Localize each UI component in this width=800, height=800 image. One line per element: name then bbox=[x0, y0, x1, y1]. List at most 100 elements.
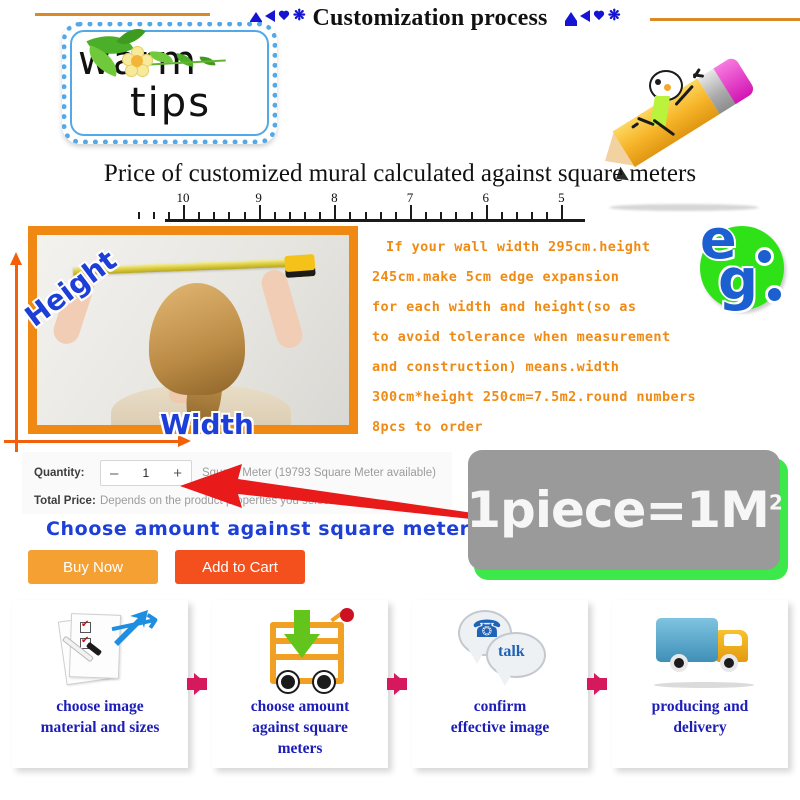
ruler-tick-minor bbox=[167, 212, 170, 219]
chevron-right-icon bbox=[386, 673, 407, 695]
ruler-tick-minor bbox=[288, 212, 291, 219]
measurement-instructions: If your wall width 295cm.height 245cm.ma… bbox=[372, 232, 722, 442]
step-label: choose image material and sizes bbox=[40, 698, 160, 736]
step-arrow-3 bbox=[586, 600, 612, 768]
ruler-tick-label: 6 bbox=[482, 190, 489, 205]
step-producing-delivery: producing and delivery bbox=[612, 600, 788, 768]
ruler-tick-minor bbox=[273, 212, 276, 219]
instruction-line: 300cm*height 250cm=7.5m2.round numbers bbox=[372, 389, 697, 405]
ruler-tick-minor bbox=[500, 212, 503, 219]
red-pointer-arrow-icon bbox=[180, 464, 480, 520]
step-label: choose amount against square meters bbox=[250, 698, 350, 757]
heart-icon bbox=[593, 11, 605, 22]
ruler-tick-label: 9 bbox=[255, 190, 262, 205]
ruler-tick-minor bbox=[137, 212, 140, 219]
ruler-tick-major bbox=[410, 205, 413, 219]
step-arrow-2 bbox=[386, 600, 412, 768]
ruler-tick-minor bbox=[198, 212, 201, 219]
ruler-tick-major bbox=[183, 205, 185, 219]
ruler-tick-minor bbox=[319, 212, 322, 219]
quantity-label: Quantity: bbox=[34, 467, 85, 479]
step-label: confirm effective image bbox=[450, 698, 550, 736]
height-arrow bbox=[10, 252, 22, 452]
ruler-tick-minor bbox=[394, 212, 397, 219]
ruler-tick-major bbox=[561, 205, 564, 219]
width-label: Width bbox=[160, 408, 254, 441]
ruler-tick-label: 10 bbox=[176, 190, 190, 205]
ruler-tick-major bbox=[485, 205, 488, 219]
chevron-right-icon bbox=[186, 673, 207, 695]
quantity-decrement-button[interactable]: – bbox=[110, 466, 118, 481]
instruction-line: to avoid tolerance when measurement bbox=[372, 329, 671, 345]
delivery-truck-icon bbox=[612, 606, 788, 692]
instruction-line: 8pcs to order bbox=[372, 419, 483, 435]
quantity-stepper[interactable]: – 1 + bbox=[100, 460, 192, 486]
eg-dot-icon bbox=[758, 250, 771, 263]
ruler-graphic: 10 9 8 7 6 5 bbox=[137, 190, 585, 222]
flower-vine-decoration bbox=[83, 21, 234, 86]
ruler-tick-minor bbox=[425, 212, 428, 219]
eg-badge: e g bbox=[696, 208, 792, 313]
instruction-line: 245cm.make 5cm edge expansion bbox=[372, 269, 620, 285]
ruler-tick-minor bbox=[440, 212, 443, 219]
action-buttons: Buy Now Add to Cart bbox=[28, 550, 305, 584]
instruction-line: for each width and height(so as bbox=[372, 299, 637, 315]
flower-icon bbox=[122, 46, 153, 77]
ruler-tick-minor bbox=[152, 212, 155, 219]
shopping-cart-icon bbox=[212, 606, 388, 692]
ruler-tick-minor bbox=[243, 212, 246, 219]
ruler-tick-minor bbox=[531, 212, 534, 219]
ruler-tick-minor bbox=[470, 212, 473, 219]
buy-now-button[interactable]: Buy Now bbox=[28, 550, 158, 584]
ruler-tick-label: 7 bbox=[406, 190, 414, 205]
header-rule-left bbox=[35, 13, 210, 16]
ruler-tick-minor bbox=[455, 212, 458, 219]
header-rule-right bbox=[650, 18, 800, 21]
ruler-tick-minor bbox=[546, 212, 549, 219]
choose-amount-note: Choose amount against square meters bbox=[46, 518, 482, 540]
one-piece-equals-one-sqm-box: 1piece=1M2 bbox=[466, 450, 788, 580]
eg-dot-icon bbox=[768, 288, 781, 301]
talk-bubbles-icon: ☎ talk bbox=[412, 606, 588, 692]
ruler-tick-minor bbox=[304, 212, 307, 219]
documents-checklist-icon: ⟶ bbox=[12, 600, 188, 692]
quantity-value[interactable]: 1 bbox=[142, 466, 149, 480]
stick-figure-icon bbox=[631, 64, 711, 154]
warm-tips-card: warm tips bbox=[62, 21, 277, 144]
instruction-line: If your wall width 295cm.height bbox=[386, 239, 651, 255]
ruler-tick-minor bbox=[379, 212, 382, 219]
step-arrow-1 bbox=[186, 600, 212, 768]
promo-page: ❋ Customization process ❋ warm tips bbox=[0, 0, 800, 800]
header-symbols-right: ❋ bbox=[565, 7, 621, 26]
ruler-tick-minor bbox=[515, 212, 518, 219]
process-steps: ⟶ choose imagematerial and sizes bbox=[12, 600, 788, 785]
subtitle: Price of customized mural calculated aga… bbox=[103, 160, 697, 187]
ruler-tick-minor bbox=[213, 212, 216, 219]
wall-measuring-photo bbox=[28, 226, 358, 434]
header-symbols-left: ❋ bbox=[250, 8, 306, 26]
eg-letter-g: g bbox=[718, 248, 759, 313]
ruler-tick-major bbox=[258, 205, 261, 219]
ruler-tick-major bbox=[334, 205, 337, 219]
add-to-cart-button[interactable]: Add to Cart bbox=[175, 550, 305, 584]
triangle-icon bbox=[265, 10, 275, 22]
star-icon: ❋ bbox=[608, 7, 621, 24]
pentagon-icon bbox=[565, 11, 577, 26]
chevron-right-icon bbox=[586, 673, 607, 695]
step-choose-amount: choose amount against square meters bbox=[212, 600, 388, 768]
ruler-tick-minor bbox=[364, 212, 367, 219]
pentagon-icon bbox=[250, 11, 262, 26]
step-confirm-image: ☎ talk confirm effective image bbox=[412, 600, 588, 768]
width-arrow bbox=[4, 435, 191, 447]
piece-box-text: 1piece=1M2 bbox=[466, 481, 783, 539]
ruler-tick-minor bbox=[228, 212, 231, 219]
heart-icon bbox=[278, 11, 290, 22]
pencil-illustration bbox=[593, 55, 800, 227]
step-choose-image: ⟶ choose imagematerial and sizes bbox=[12, 600, 188, 768]
piece-box-superscript: 2 bbox=[768, 490, 783, 515]
instruction-line: and construction) means.width bbox=[372, 359, 620, 375]
warm-tips-line2: tips bbox=[130, 80, 212, 126]
total-price-label: Total Price: bbox=[34, 495, 96, 507]
step-label: producing and delivery bbox=[651, 698, 749, 736]
triangle-icon bbox=[580, 10, 590, 22]
